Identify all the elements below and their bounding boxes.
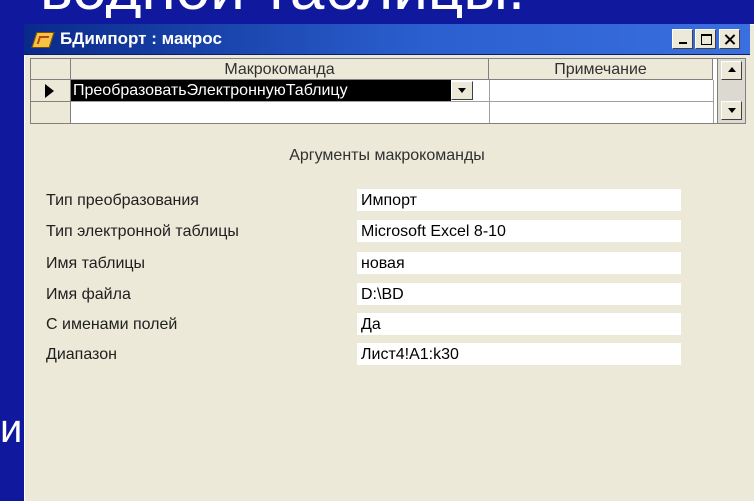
slide-text-fragment: и bbox=[0, 407, 23, 451]
argument-label: Тип преобразования bbox=[46, 192, 199, 209]
argument-label: Имя таблицы bbox=[46, 255, 146, 272]
macro-grid: Макрокоманда Примечание ПреобразоватьЭле… bbox=[30, 58, 746, 124]
argument-label: Диапазон bbox=[46, 346, 117, 363]
argument-value-field[interactable]: Microsoft Excel 8-10 bbox=[356, 219, 682, 243]
argument-label: Имя файла bbox=[46, 286, 131, 303]
argument-value-field[interactable]: Импорт bbox=[356, 188, 682, 212]
slide-title-fragment: водной таблицы. bbox=[40, 0, 754, 18]
argument-value-field[interactable]: Лист4!A1:k30 bbox=[356, 342, 682, 366]
current-row-arrow-icon bbox=[45, 84, 54, 98]
row-divider bbox=[71, 101, 713, 102]
column-header-note[interactable]: Примечание bbox=[489, 59, 713, 80]
argument-row: Тип преобразования Импорт bbox=[24, 188, 750, 214]
argument-value-field[interactable]: новая bbox=[356, 251, 682, 275]
access-macro-icon bbox=[31, 32, 55, 48]
scroll-up-arrow-icon[interactable] bbox=[721, 61, 742, 80]
column-divider bbox=[489, 80, 490, 123]
column-header-macro[interactable]: Макрокоманда bbox=[71, 59, 489, 80]
grid-scrollbar[interactable] bbox=[717, 59, 745, 123]
argument-row: Тип электронной таблицы Microsoft Excel … bbox=[24, 219, 750, 245]
macro-action-cell[interactable]: ПреобразоватьЭлектроннуюТаблицу bbox=[71, 80, 451, 101]
window-title: БДимпорт : макрос bbox=[60, 29, 222, 48]
column-divider bbox=[713, 80, 714, 123]
argument-row: Имя таблицы новая bbox=[24, 251, 750, 277]
argument-value-field[interactable]: D:\BD bbox=[356, 282, 682, 306]
argument-label: Тип электронной таблицы bbox=[46, 223, 239, 240]
title-bar[interactable]: БДимпорт : макрос bbox=[24, 24, 750, 55]
scroll-down-arrow-icon[interactable] bbox=[721, 101, 742, 120]
maximize-button[interactable] bbox=[695, 29, 716, 49]
close-button[interactable] bbox=[719, 29, 740, 49]
macro-window: БДимпорт : макрос Макрокоманда Примечани… bbox=[24, 24, 754, 501]
arguments-heading: Аргументы макрокоманды bbox=[289, 147, 485, 164]
macro-dropdown-arrow-icon[interactable] bbox=[451, 81, 473, 100]
argument-value-field[interactable]: Да bbox=[356, 312, 682, 336]
minimize-button[interactable] bbox=[672, 29, 693, 49]
row-divider bbox=[31, 101, 71, 102]
argument-row: С именами полей Да bbox=[24, 312, 750, 338]
argument-row: Имя файла D:\BD bbox=[24, 282, 750, 308]
row-selector-header[interactable] bbox=[31, 59, 71, 80]
argument-row: Диапазон Лист4!A1:k30 bbox=[24, 342, 750, 368]
argument-label: С именами полей bbox=[46, 316, 178, 333]
